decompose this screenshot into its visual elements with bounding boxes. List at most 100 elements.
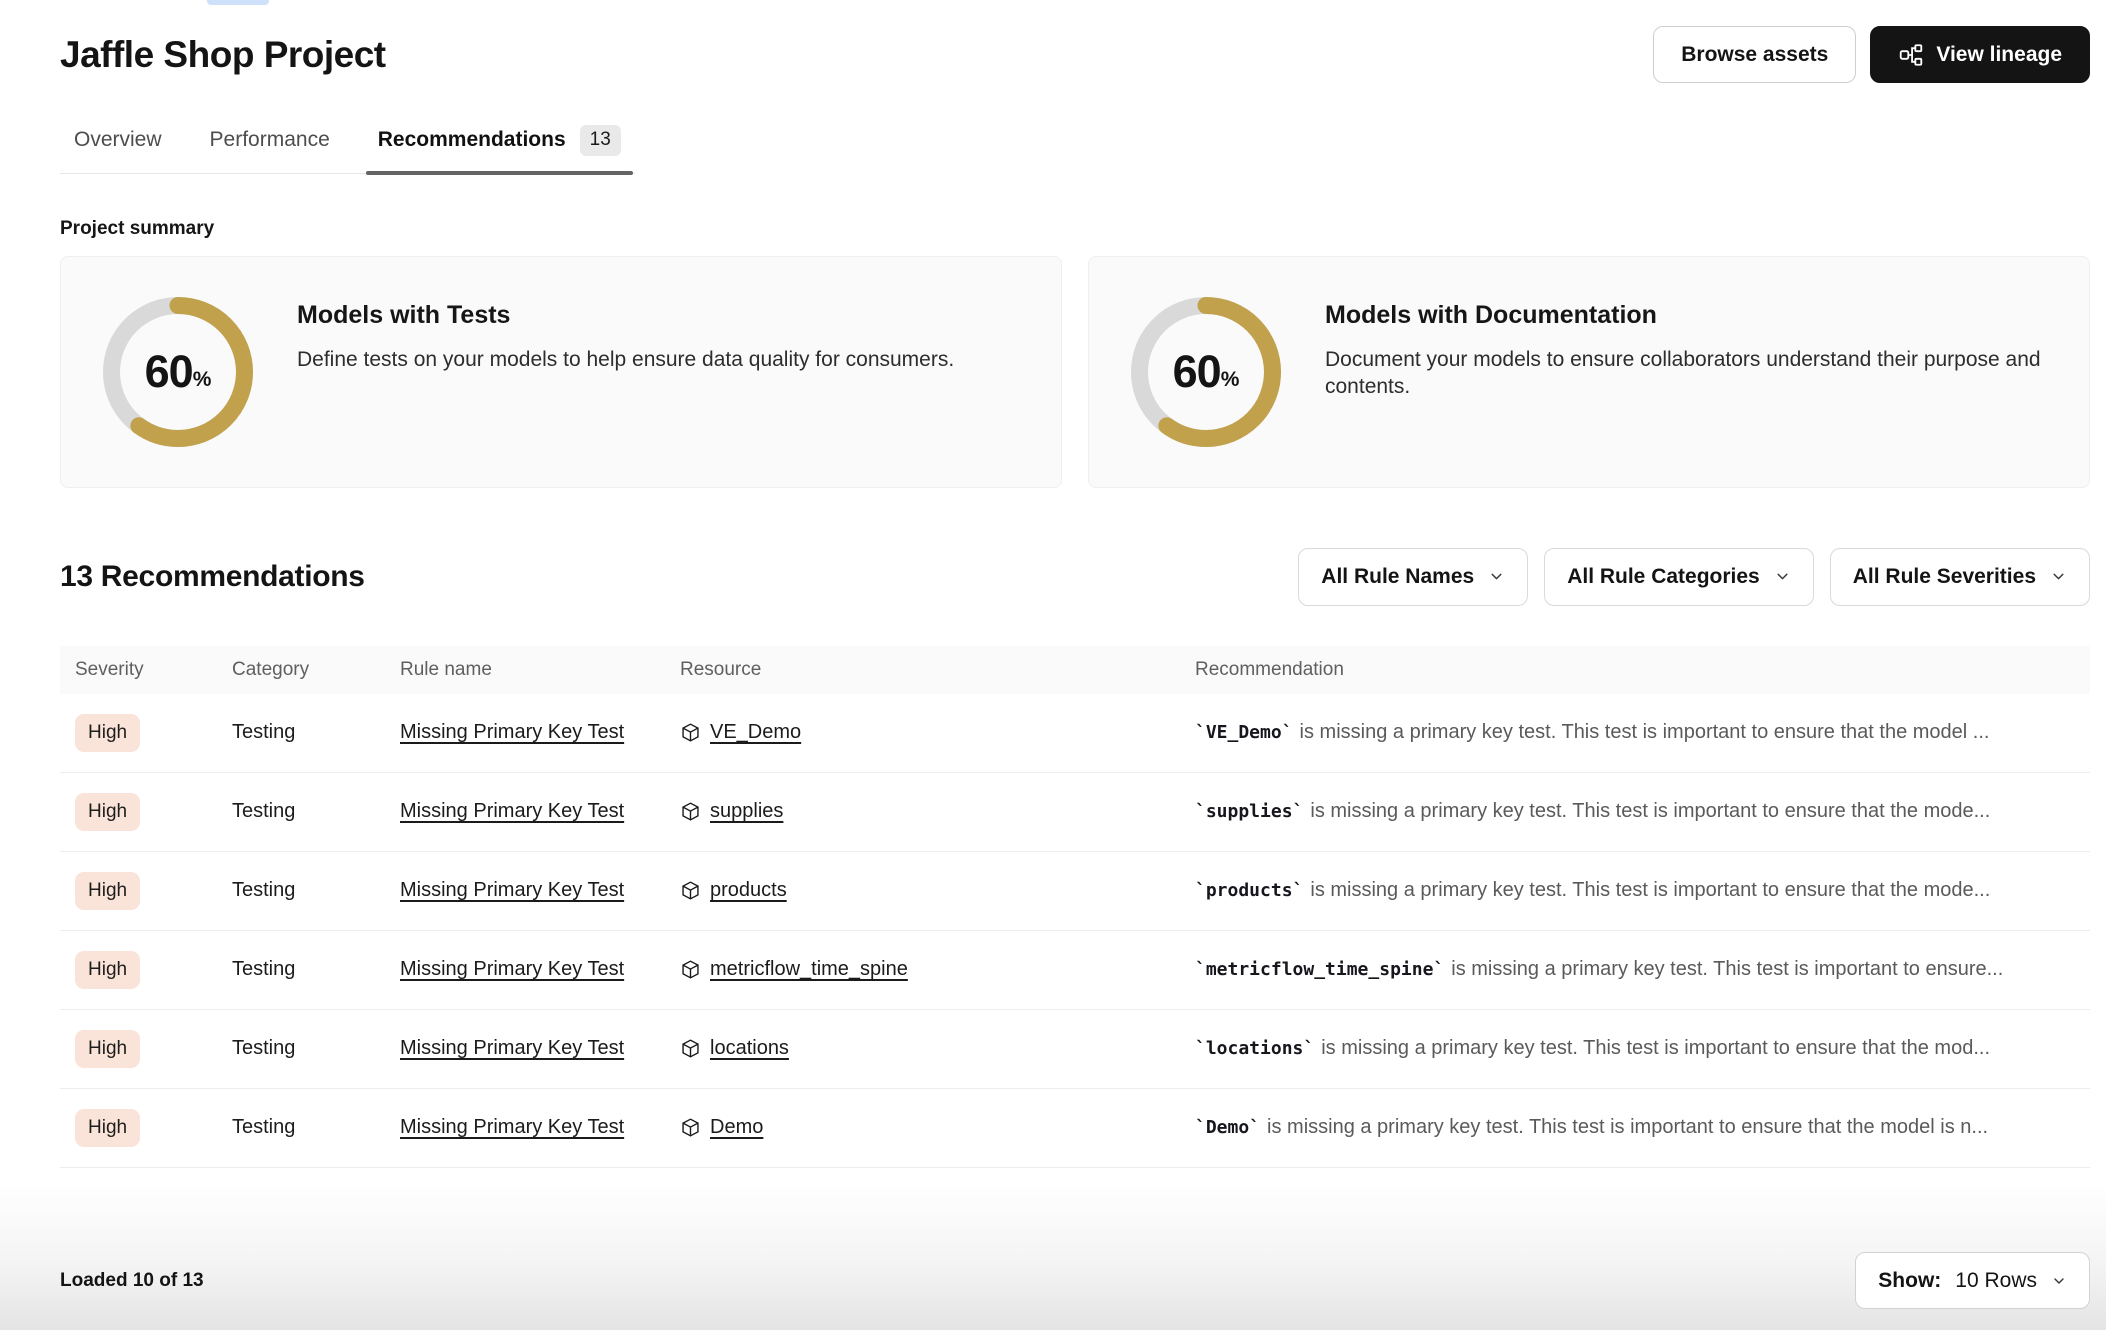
recommendation-cell: `Demo`is missing a primary key test. Thi… (1195, 1116, 2090, 1139)
resource-link[interactable]: supplies (710, 800, 783, 823)
chevron-down-icon (1774, 568, 1791, 585)
recommendation-code: `metricflow_time_spine` (1195, 959, 1444, 980)
view-lineage-button[interactable]: View lineage (1870, 26, 2090, 83)
show-rows-value: 10 Rows (1955, 1269, 2037, 1293)
rule-name-link[interactable]: Missing Primary Key Test (400, 721, 624, 743)
recommendation-text: is missing a primary key test. This test… (1300, 721, 1990, 743)
category-cell: Testing (232, 721, 400, 744)
column-header-rule-name: Rule name (400, 659, 680, 681)
models-with-tests-card: 60 % Models with Tests Define tests on y… (60, 256, 1062, 488)
tests-card-title: Models with Tests (297, 301, 954, 330)
recommendation-code: `locations` (1195, 1038, 1314, 1059)
rule-categories-filter[interactable]: All Rule Categories (1544, 548, 1814, 606)
resource-link[interactable]: metricflow_time_spine (710, 958, 908, 981)
severity-badge: High (75, 872, 140, 910)
tests-card-description: Define tests on your models to help ensu… (297, 346, 954, 374)
category-cell: Testing (232, 958, 400, 981)
recommendations-table: Severity Category Rule name Resource Rec… (60, 646, 2090, 1168)
resource-link[interactable]: locations (710, 1037, 789, 1060)
rule-name-link[interactable]: Missing Primary Key Test (400, 879, 624, 901)
browse-assets-button[interactable]: Browse assets (1653, 26, 1856, 83)
category-cell: Testing (232, 800, 400, 823)
documentation-percent-value: 60 (1173, 346, 1221, 398)
recommendations-heading: 13 Recommendations (60, 560, 365, 594)
documentation-card-description: Document your models to ensure collabora… (1325, 346, 2049, 401)
page-header: Jaffle Shop Project Browse assets View l… (0, 0, 2106, 83)
table-header-row: Severity Category Rule name Resource Rec… (60, 646, 2090, 694)
tab-performance[interactable]: Performance (208, 125, 332, 173)
tests-percent-value: 60 (145, 346, 193, 398)
lineage-icon (1898, 42, 1924, 68)
category-cell: Testing (232, 1037, 400, 1060)
resource-link[interactable]: products (710, 879, 787, 902)
recommendation-cell: `products`is missing a primary key test.… (1195, 879, 2090, 902)
category-cell: Testing (232, 1116, 400, 1139)
recommendation-cell: `VE_Demo` is missing a primary key test. … (1195, 721, 2090, 744)
show-rows-dropdown[interactable]: Show: 10 Rows (1855, 1252, 2090, 1309)
rule-severities-filter[interactable]: All Rule Severities (1830, 548, 2090, 606)
resource-link[interactable]: VE_Demo (710, 721, 801, 744)
category-cell: Testing (232, 879, 400, 902)
tests-percent-sign: % (193, 368, 212, 392)
column-header-recommendation: Recommendation (1195, 659, 2090, 681)
documentation-card-title: Models with Documentation (1325, 301, 2049, 330)
rule-categories-filter-label: All Rule Categories (1567, 565, 1760, 589)
severity-badge: High (75, 1109, 140, 1147)
rule-names-filter[interactable]: All Rule Names (1298, 548, 1528, 606)
recommendations-header: 13 Recommendations All Rule Names All Ru… (60, 548, 2090, 606)
recommendation-cell: `metricflow_time_spine` is missing a prim… (1195, 958, 2090, 981)
recommendations-count-badge: 13 (580, 125, 621, 156)
recommendation-code: `Demo` (1195, 1117, 1260, 1138)
rule-name-link[interactable]: Missing Primary Key Test (400, 958, 624, 980)
column-header-severity: Severity (75, 659, 232, 681)
top-edge-fragment (207, 0, 269, 5)
chevron-down-icon (1488, 568, 1505, 585)
tests-donut-chart: 60 % (103, 297, 253, 447)
tab-overview-label: Overview (74, 128, 162, 152)
severity-badge: High (75, 951, 140, 989)
resource-link[interactable]: Demo (710, 1116, 763, 1139)
table-row: High Testing Missing Primary Key Test me… (60, 931, 2090, 1010)
severity-badge: High (75, 793, 140, 831)
page-title: Jaffle Shop Project (60, 26, 386, 76)
documentation-donut-chart: 60 % (1131, 297, 1281, 447)
tab-overview[interactable]: Overview (72, 125, 164, 173)
recommendation-text: is missing a primary key test. This test… (1321, 1037, 1990, 1059)
table-row: High Testing Missing Primary Key Test lo… (60, 1010, 2090, 1089)
tab-performance-label: Performance (210, 128, 330, 152)
header-actions: Browse assets View lineage (1653, 26, 2090, 83)
model-cube-icon (680, 1038, 701, 1059)
recommendation-text: is missing a primary key test. This test… (1451, 958, 2003, 980)
column-header-category: Category (232, 659, 400, 681)
chevron-down-icon (2050, 568, 2067, 585)
recommendation-text: is missing a primary key test. This test… (1310, 800, 1990, 822)
view-lineage-label: View lineage (1936, 43, 2062, 67)
recommendations-filters: All Rule Names All Rule Categories All R… (1298, 548, 2090, 606)
tab-recommendations[interactable]: Recommendations 13 (376, 125, 623, 173)
recommendation-cell: `locations` is missing a primary key test… (1195, 1037, 2090, 1060)
table-row: High Testing Missing Primary Key Test su… (60, 773, 2090, 852)
table-footer: Loaded 10 of 13 Show: 10 Rows (60, 1252, 2090, 1309)
recommendation-code: `VE_Demo` (1195, 722, 1293, 743)
recommendation-cell: `supplies`is missing a primary key test.… (1195, 800, 2090, 823)
rule-name-link[interactable]: Missing Primary Key Test (400, 1037, 624, 1059)
browse-assets-label: Browse assets (1681, 43, 1828, 67)
model-cube-icon (680, 722, 701, 743)
severity-badge: High (75, 714, 140, 752)
chevron-down-icon (2051, 1273, 2067, 1289)
rule-severities-filter-label: All Rule Severities (1853, 565, 2036, 589)
table-row: High Testing Missing Primary Key Test pr… (60, 852, 2090, 931)
severity-badge: High (75, 1030, 140, 1068)
show-rows-label: Show: (1878, 1269, 1941, 1293)
column-header-resource: Resource (680, 659, 1195, 681)
model-cube-icon (680, 880, 701, 901)
rule-name-link[interactable]: Missing Primary Key Test (400, 1116, 624, 1138)
rule-name-link[interactable]: Missing Primary Key Test (400, 800, 624, 822)
summary-cards: 60 % Models with Tests Define tests on y… (60, 256, 2090, 488)
models-with-documentation-card: 60 % Models with Documentation Document … (1088, 256, 2090, 488)
model-cube-icon (680, 801, 701, 822)
documentation-percent-sign: % (1221, 368, 1240, 392)
loaded-count-text: Loaded 10 of 13 (60, 1270, 204, 1292)
tab-recommendations-label: Recommendations (378, 128, 566, 152)
tab-bar: Overview Performance Recommendations 13 (60, 125, 635, 174)
